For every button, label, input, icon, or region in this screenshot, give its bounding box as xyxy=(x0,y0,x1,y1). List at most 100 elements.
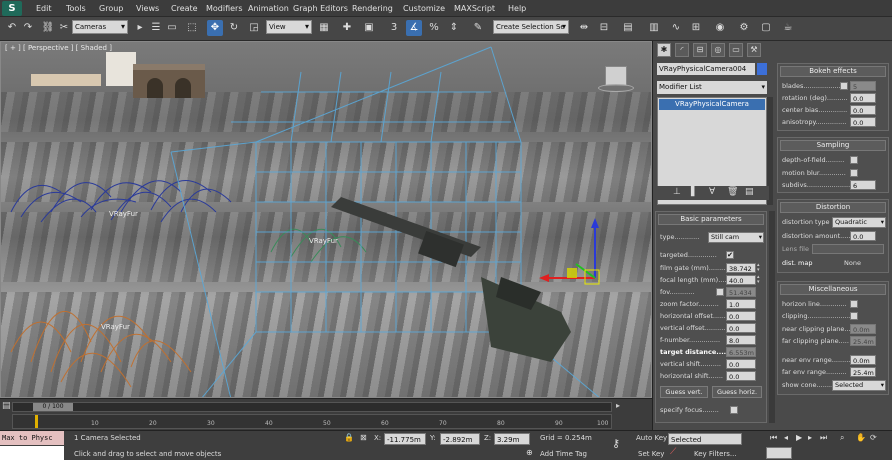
next-frame-icon[interactable]: ▸ xyxy=(808,433,812,442)
distortion-amount-field[interactable]: 0.0 xyxy=(850,231,876,241)
film-gate-field[interactable]: 38.742 xyxy=(726,263,756,273)
unlink-icon[interactable]: ✂ xyxy=(56,20,72,36)
rollout-title[interactable]: Miscellaneous xyxy=(780,284,886,295)
keyboard-shortcut-icon[interactable]: ▣ xyxy=(361,20,377,36)
snap-toggle-icon[interactable]: 3 xyxy=(386,20,402,36)
menu-create[interactable]: Create xyxy=(171,4,198,13)
align-icon[interactable]: ⊟ xyxy=(596,20,612,36)
motion-tab-icon[interactable]: ◎ xyxy=(711,43,725,57)
perspective-viewport[interactable]: [ + ] [ Perspective ] [ Shaded ] VRayFur… xyxy=(0,41,652,398)
guess-vert-button[interactable]: Guess vert. xyxy=(660,386,708,398)
time-slider-thumb[interactable]: 0 / 100 xyxy=(33,403,73,411)
select-object-icon[interactable]: ▸ xyxy=(132,20,148,36)
make-unique-icon[interactable]: ∀ xyxy=(709,187,715,197)
rollout-title[interactable]: Sampling xyxy=(780,140,886,151)
set-key-button[interactable]: Set Key xyxy=(638,450,664,458)
y-coord-field[interactable]: -2.892m xyxy=(440,433,480,445)
object-color-swatch[interactable] xyxy=(757,63,767,75)
menu-group[interactable]: Group xyxy=(99,4,123,13)
anisotropy-field[interactable]: 0.0 xyxy=(850,117,876,127)
key-filters-button[interactable]: Key Filters... xyxy=(694,450,737,458)
pivot-center-icon[interactable]: ▦ xyxy=(316,20,332,36)
spinner-icon[interactable]: ▴ ▾ xyxy=(757,263,762,273)
zoom-field[interactable]: 1.0 xyxy=(726,299,756,309)
utilities-tab-icon[interactable]: ⚒ xyxy=(747,43,761,57)
app-logo-icon[interactable]: S xyxy=(2,1,22,16)
distortion-type-dropdown[interactable]: Quadratic xyxy=(832,217,886,228)
camera-type-dropdown[interactable]: Still cam xyxy=(708,232,764,243)
configure-modifiers-icon[interactable]: ▤ xyxy=(745,187,754,197)
near-clip-field[interactable]: 0.0m xyxy=(850,324,876,334)
focal-length-field[interactable]: 40.0 xyxy=(726,275,756,285)
show-cone-dropdown[interactable]: Selected xyxy=(832,380,886,391)
stack-item-camera[interactable]: VRayPhysicalCamera xyxy=(659,99,765,110)
center-bias-field[interactable]: 0.0 xyxy=(850,105,876,115)
lock-icon[interactable]: 🔒 xyxy=(344,433,354,442)
fov-field[interactable]: 51.434 xyxy=(726,287,756,297)
near-env-field[interactable]: 0.0m xyxy=(850,355,876,365)
menu-modifiers[interactable]: Modifiers xyxy=(206,4,243,13)
blades-checkbox[interactable] xyxy=(840,82,848,90)
modify-tab-icon[interactable]: ◜ xyxy=(675,43,689,57)
horizon-checkbox[interactable] xyxy=(850,300,858,308)
fov-checkbox[interactable] xyxy=(716,288,724,296)
rendered-frame-icon[interactable]: ▢ xyxy=(758,20,774,36)
specify-focus-checkbox[interactable] xyxy=(730,406,738,414)
z-coord-field[interactable]: 3.29m xyxy=(494,433,530,445)
select-link-icon[interactable]: ⛓ xyxy=(40,20,56,36)
rollout-title[interactable]: Distortion xyxy=(780,202,886,213)
play-icon[interactable]: ▶ xyxy=(796,433,802,442)
menu-views[interactable]: Views xyxy=(136,4,159,13)
prev-frame-icon[interactable]: ◂ xyxy=(784,433,788,442)
render-production-icon[interactable]: ☕ xyxy=(780,20,796,36)
voffset-field[interactable]: 0.0 xyxy=(726,323,756,333)
selection-filter-dropdown[interactable]: Cameras xyxy=(72,20,128,34)
layer-manager-icon[interactable]: ▤ xyxy=(620,20,636,36)
menu-graph-editors[interactable]: Graph Editors xyxy=(293,4,348,13)
current-frame-field[interactable] xyxy=(766,447,792,459)
modifier-list-dropdown[interactable]: Modifier List xyxy=(657,81,767,94)
ref-coord-dropdown[interactable]: View xyxy=(266,20,312,34)
maxscript-input[interactable] xyxy=(0,446,64,460)
ribbon-icon[interactable]: ▥ xyxy=(646,20,662,36)
undo-icon[interactable]: ↶ xyxy=(4,20,20,36)
subdivs-field[interactable]: 6 xyxy=(850,180,876,190)
time-slider-track[interactable]: 0 / 100 xyxy=(12,402,612,412)
display-tab-icon[interactable]: ▭ xyxy=(729,43,743,57)
menu-customize[interactable]: Customize xyxy=(403,4,445,13)
menu-animation[interactable]: Animation xyxy=(248,4,289,13)
edit-named-sel-icon[interactable]: ✎ xyxy=(470,20,486,36)
add-time-tag-button[interactable]: Add Time Tag xyxy=(540,450,587,458)
percent-snap-icon[interactable]: % xyxy=(426,20,442,36)
maxscript-listener[interactable]: Max to Physc xyxy=(0,431,64,445)
key-mode-dropdown[interactable]: Selected xyxy=(668,433,742,445)
select-manipulate-icon[interactable]: ✚ xyxy=(339,20,355,36)
curve-editor-icon[interactable]: ∿ xyxy=(668,20,684,36)
viewport-label[interactable]: [ + ] [ Perspective ] [ Shaded ] xyxy=(5,44,112,52)
motion-blur-checkbox[interactable] xyxy=(850,169,858,177)
window-crossing-icon[interactable]: ⬚ xyxy=(184,20,200,36)
show-end-result-icon[interactable]: ▌ xyxy=(691,187,698,197)
panel-scrollbar[interactable] xyxy=(769,211,775,423)
spinner-snap-icon[interactable]: ⇕ xyxy=(446,20,462,36)
mirror-icon[interactable]: ⇹ xyxy=(576,20,592,36)
schematic-view-icon[interactable]: ⊞ xyxy=(688,20,704,36)
auto-key-button[interactable]: Auto Key xyxy=(636,434,667,442)
fnumber-field[interactable]: 8.0 xyxy=(726,335,756,345)
hshift-field[interactable]: 0.0 xyxy=(726,371,756,381)
guess-horiz-button[interactable]: Guess horiz. xyxy=(712,386,762,398)
material-editor-icon[interactable]: ◉ xyxy=(712,20,728,36)
rollout-title[interactable]: Bokeh effects xyxy=(780,66,886,77)
select-move-icon[interactable]: ✥ xyxy=(207,20,223,36)
key-icon[interactable]: ⚷ xyxy=(612,437,620,450)
target-distance-field[interactable]: 6.553m xyxy=(726,347,756,357)
go-end-icon[interactable]: ⏭ xyxy=(820,433,827,443)
pan-icon[interactable]: ✋ xyxy=(856,433,866,442)
create-tab-icon[interactable]: ✱ xyxy=(657,43,671,57)
move-gizmo[interactable] xyxy=(539,218,600,285)
menu-tools[interactable]: Tools xyxy=(66,4,86,13)
dof-checkbox[interactable] xyxy=(850,156,858,164)
track-bar[interactable]: 10 20 30 40 50 60 70 80 90 100 xyxy=(12,414,612,429)
vshift-field[interactable]: 0.0 xyxy=(726,359,756,369)
lens-file-button[interactable] xyxy=(812,244,884,254)
